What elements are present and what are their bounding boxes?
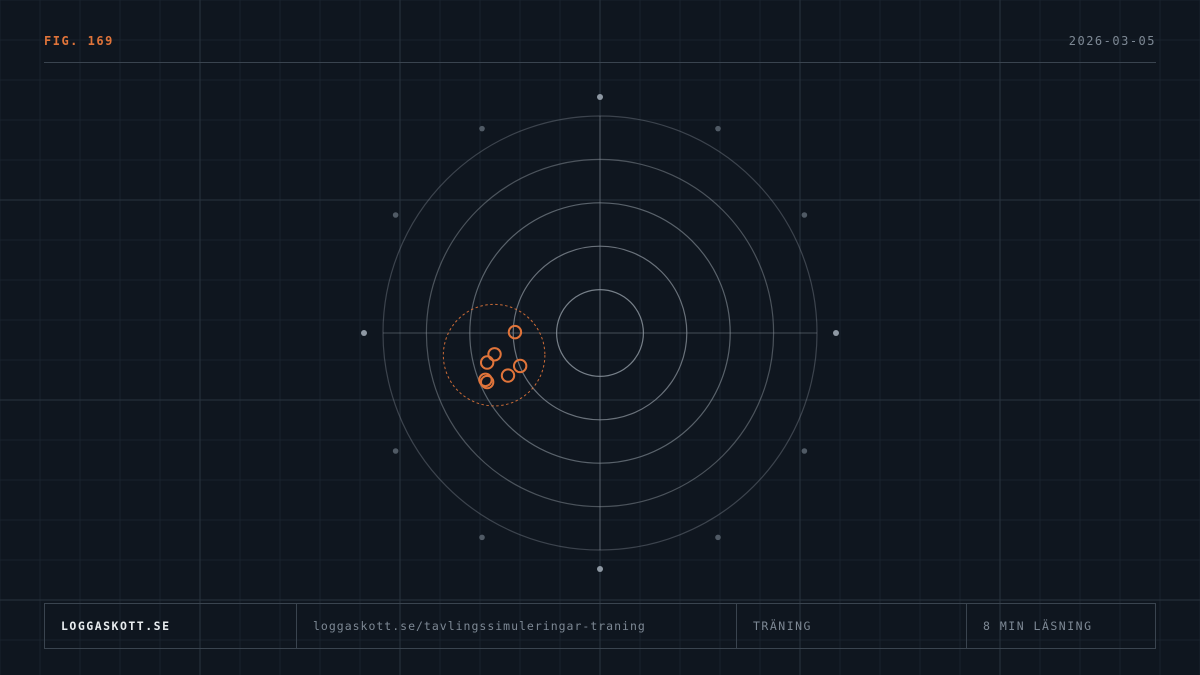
footer-url[interactable]: loggaskott.se/tavlingssimuleringar-trani… [296, 604, 736, 648]
clock-tick-dot [833, 330, 839, 336]
shot-hole [487, 347, 502, 362]
clock-tick-dot [392, 448, 399, 454]
clock-tick-dot [715, 125, 721, 132]
clock-tick-dot [801, 212, 808, 218]
footer-category[interactable]: TRÄNING [736, 604, 966, 648]
shot-hole [479, 355, 495, 370]
clock-tick-dot [392, 212, 399, 218]
clock-tick-dot [597, 94, 603, 100]
clock-tick-dot [361, 330, 367, 336]
footer-bar: LOGGASKOTT.SE loggaskott.se/tavlingssimu… [44, 603, 1156, 649]
clock-tick-dot [715, 534, 721, 541]
shot-target-diagram [361, 94, 839, 572]
clock-tick-dot [597, 566, 603, 572]
shot-hole [500, 368, 516, 383]
footer-site-name[interactable]: LOGGASKOTT.SE [45, 604, 296, 648]
clock-tick-dot [479, 125, 485, 132]
shot-group-circle [442, 303, 546, 407]
clock-tick-dot [801, 448, 808, 454]
footer-read-time: 8 MIN LÄSNING [966, 604, 1155, 648]
shot-hole [507, 324, 523, 340]
clock-tick-dot [479, 534, 485, 541]
